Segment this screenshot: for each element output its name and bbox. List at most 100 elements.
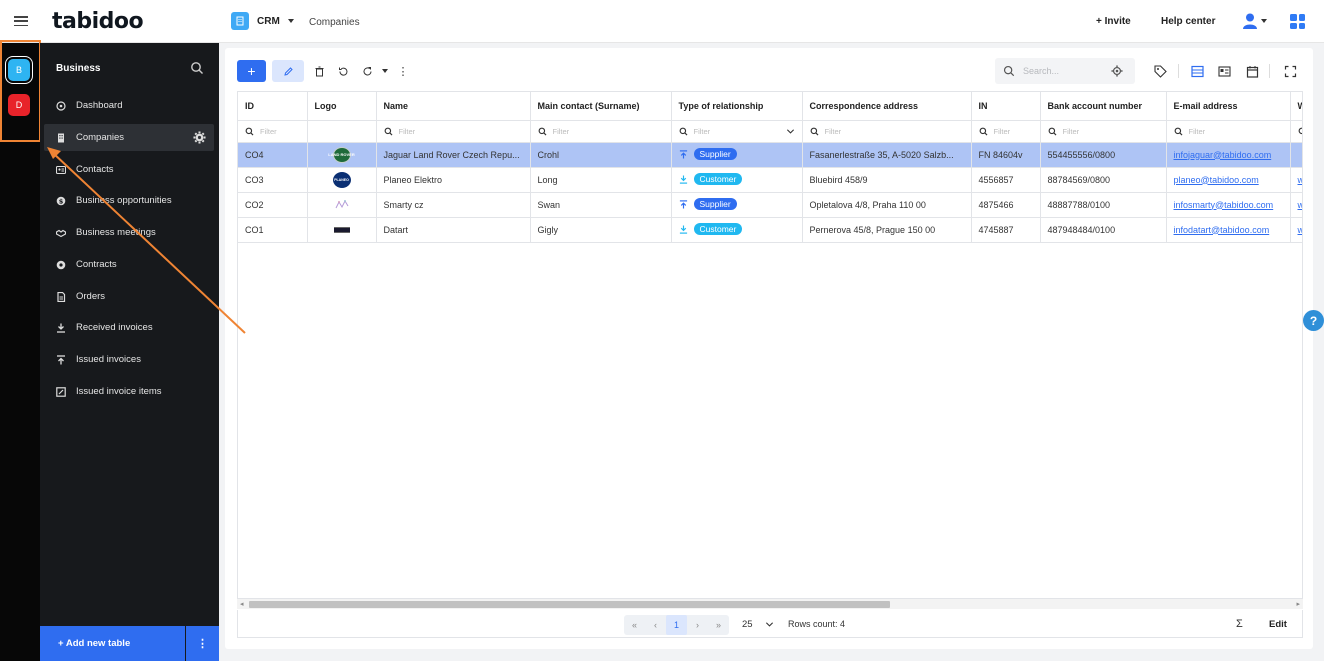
more-actions-icon[interactable]: ⋮ <box>394 62 412 80</box>
svg-text:$: $ <box>59 197 64 205</box>
search-icon <box>384 127 392 135</box>
contact-card-icon <box>56 165 66 175</box>
edit-mode-button[interactable] <box>272 60 304 82</box>
apps-grid-icon[interactable] <box>1290 14 1305 29</box>
current-page-button[interactable]: 1 <box>666 615 687 635</box>
filter-cell[interactable]: Filter <box>530 120 672 143</box>
breadcrumb[interactable]: Companies <box>309 17 360 28</box>
table-row[interactable]: CO2 Smarty cz Swan Supplier Opletalova 4… <box>238 192 1303 218</box>
scroll-right-icon[interactable]: ▸ <box>1296 600 1300 608</box>
app-switcher[interactable]: CRM <box>231 12 294 30</box>
user-menu[interactable] <box>1243 13 1267 29</box>
filter-placeholder: Filter <box>1062 126 1080 136</box>
divider <box>1178 64 1179 78</box>
cell-email[interactable]: infojaguar@tabidoo.com <box>1166 142 1291 168</box>
edit-button[interactable]: Edit <box>1269 619 1287 630</box>
cell-email[interactable]: infosmarty@tabidoo.com <box>1166 192 1291 218</box>
tag-icon[interactable] <box>1152 63 1168 79</box>
invite-button[interactable]: + Invite <box>1096 16 1131 27</box>
column-header-address[interactable]: Correspondence address <box>802 92 972 121</box>
search-icon <box>679 127 687 135</box>
calendar-icon[interactable] <box>1244 63 1260 79</box>
column-header-id[interactable]: ID <box>238 92 308 121</box>
column-header-bank[interactable]: Bank account number <box>1040 92 1167 121</box>
next-page-button[interactable]: › <box>687 615 708 635</box>
refresh-icon[interactable] <box>358 62 376 80</box>
fullscreen-icon[interactable] <box>1282 63 1298 79</box>
sidebar-item-label: Issued invoices <box>76 354 141 365</box>
add-new-table-button[interactable]: + Add new table <box>40 626 185 661</box>
filter-cell[interactable]: Filter <box>802 120 972 143</box>
table-row[interactable]: CO4 LAND ROVER Jaguar Land Rover Czech R… <box>238 142 1302 168</box>
web-link[interactable]: w <box>1298 225 1303 235</box>
email-link[interactable]: infosmarty@tabidoo.com <box>1174 200 1274 210</box>
email-link[interactable]: infodatart@tabidoo.com <box>1174 225 1270 235</box>
filter-cell[interactable]: Filter <box>671 120 803 143</box>
column-header-main-contact[interactable]: Main contact (Surname) <box>530 92 672 121</box>
email-link[interactable]: planeo@tabidoo.com <box>1174 175 1259 185</box>
hamburger-menu-icon[interactable] <box>14 14 28 28</box>
help-center-link[interactable]: Help center <box>1161 16 1215 27</box>
divider <box>1269 64 1270 78</box>
sidebar-item-contracts[interactable]: Contracts <box>44 251 214 278</box>
cell-email[interactable]: planeo@tabidoo.com <box>1166 167 1291 193</box>
prev-page-button[interactable]: ‹ <box>645 615 666 635</box>
sidebar-item-business-opportunities[interactable]: $ Business opportunities <box>44 187 214 214</box>
filter-cell[interactable]: Filter <box>376 120 531 143</box>
filter-cell[interactable]: Filter <box>1040 120 1167 143</box>
chevron-down-icon <box>287 19 294 23</box>
column-header-web[interactable]: W <box>1290 92 1302 121</box>
sidebar-item-companies[interactable]: Companies <box>44 124 214 151</box>
history-icon[interactable] <box>334 62 352 80</box>
sidebar-item-issued-invoice-items[interactable]: Issued invoice items <box>44 378 214 405</box>
card-view-icon[interactable] <box>1216 63 1232 79</box>
sidebar-item-business-meetings[interactable]: Business meetings <box>44 219 214 246</box>
cell-web[interactable]: w <box>1290 167 1303 193</box>
column-header-name[interactable]: Name <box>376 92 531 121</box>
sidebar-item-orders[interactable]: Orders <box>44 283 214 310</box>
web-link[interactable]: w <box>1298 200 1303 210</box>
web-link[interactable]: w <box>1298 175 1303 185</box>
main-panel: + ⋮ ID Logo Name Main co <box>225 48 1313 649</box>
search-input[interactable] <box>1023 66 1103 76</box>
sidebar-item-contacts[interactable]: Contacts <box>44 156 214 183</box>
search-icon[interactable] <box>190 61 204 75</box>
add-record-button[interactable]: + <box>237 60 266 82</box>
sidebar-item-received-invoices[interactable]: Received invoices <box>44 314 214 341</box>
sidebar-item-dashboard[interactable]: Dashboard <box>44 92 214 119</box>
rows-per-page-select[interactable]: 25 <box>742 619 774 630</box>
sidebar-item-issued-invoices[interactable]: Issued invoices <box>44 346 214 373</box>
cell-name: Smarty cz <box>376 192 531 218</box>
filter-cell[interactable]: Filter <box>1166 120 1291 143</box>
filter-cell[interactable]: Filter <box>238 120 308 143</box>
chevron-down-icon[interactable] <box>382 69 388 73</box>
help-bubble-icon[interactable]: ? <box>1303 310 1324 331</box>
column-header-email[interactable]: E-mail address <box>1166 92 1291 121</box>
column-header-logo[interactable]: Logo <box>307 92 377 121</box>
email-link[interactable]: infojaguar@tabidoo.com <box>1174 150 1272 160</box>
gear-icon[interactable] <box>193 131 206 144</box>
first-page-button[interactable]: « <box>624 615 645 635</box>
table-view-icon[interactable] <box>1189 63 1205 79</box>
column-header-in[interactable]: IN <box>971 92 1041 121</box>
sum-icon[interactable]: Σ <box>1236 618 1243 630</box>
brand-logo[interactable]: tabidoo <box>52 9 144 34</box>
scroll-left-icon[interactable]: ◂ <box>240 600 244 608</box>
column-header-relationship[interactable]: Type of relationship <box>671 92 803 121</box>
chevron-down-icon[interactable] <box>786 127 795 136</box>
delete-icon[interactable] <box>310 62 328 80</box>
cell-web[interactable]: w <box>1290 192 1303 218</box>
cell-relationship: Supplier <box>671 192 803 218</box>
table-row[interactable]: CO3 PLANEO Planeo Elektro Long Customer … <box>238 167 1303 193</box>
cell-web[interactable]: w <box>1290 217 1303 243</box>
horizontal-scrollbar[interactable]: ◂ ▸ <box>237 598 1303 609</box>
last-page-button[interactable]: » <box>708 615 729 635</box>
filter-cell[interactable] <box>1290 120 1302 143</box>
cell-email[interactable]: infodatart@tabidoo.com <box>1166 217 1291 243</box>
filter-cell[interactable]: Filter <box>971 120 1041 143</box>
table-row[interactable]: CO1 Datart Gigly Customer Pernerova 45/8… <box>238 217 1303 243</box>
search-field[interactable] <box>995 58 1135 84</box>
more-options-icon[interactable]: ⋮ <box>186 626 219 661</box>
scrollbar-thumb[interactable] <box>249 601 890 608</box>
search-settings-icon[interactable] <box>1111 65 1123 77</box>
